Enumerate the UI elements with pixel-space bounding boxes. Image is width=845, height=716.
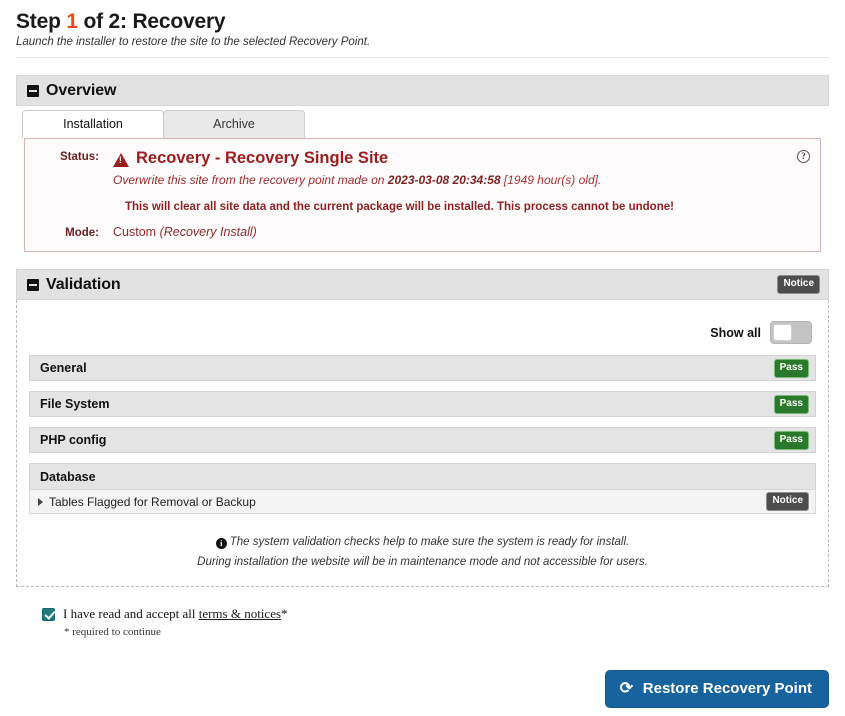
info-circle-icon: i: [215, 538, 227, 549]
validation-note-line-1: i The system validation checks help to ma…: [29, 532, 816, 552]
rotate-ccw-icon: ⟲: [620, 679, 634, 697]
show-all-toggle[interactable]: [770, 321, 812, 344]
validation-header-badge: Notice: [777, 275, 820, 294]
restore-button-label: Restore Recovery Point: [642, 680, 812, 697]
validation-row-file-system[interactable]: File System Pass: [29, 391, 816, 417]
status-desc-prefix: Overwrite this site from the recovery po…: [113, 173, 385, 187]
step-number: 1: [66, 10, 78, 33]
status-badge: Pass: [773, 358, 809, 378]
show-all-row: Show all: [29, 316, 816, 355]
validation-note-line-2: During installation the website will be …: [197, 556, 648, 569]
tab-archive[interactable]: Archive: [163, 110, 305, 138]
status-badge: Notice: [766, 492, 809, 511]
overview-panel-header[interactable]: Overview: [16, 75, 829, 106]
validation-row-label: PHP config: [40, 433, 107, 447]
page-title: Step 1 of 2: Recovery: [16, 10, 829, 34]
minus-square-icon[interactable]: [27, 278, 39, 291]
tab-archive-label: Archive: [213, 117, 255, 131]
accept-terms-prefix: I have read and accept all: [63, 606, 196, 622]
status-label: Status:: [60, 151, 99, 163]
status-title: Recovery - Recovery Single Site: [136, 149, 389, 167]
terms-and-notices-link[interactable]: terms & notices: [199, 606, 281, 621]
validation-note: i The system validation checks help to ma…: [29, 526, 816, 572]
status-desc-timestamp: 2023-03-08 20:34:58: [387, 173, 501, 187]
validation-subrow-tables-flagged[interactable]: Tables Flagged for Removal or Backup Not…: [29, 489, 816, 514]
validation-section-title: Validation: [46, 275, 121, 293]
page-subtitle: Launch the installer to restore the site…: [16, 36, 371, 48]
status-desc-suffix: [1949 hour(s) old].: [503, 173, 602, 187]
page-title-prefix: Step: [16, 10, 61, 33]
overview-tabs: Installation Archive: [16, 106, 829, 138]
status-warning-text: This will clear all site data and the cu…: [125, 201, 674, 213]
warning-triangle-icon: [113, 152, 129, 167]
status-row: Status: Recovery - Recovery Single Site …: [25, 149, 810, 213]
overview-panel: Overview Installation Archive ? Status: …: [16, 75, 829, 252]
accept-terms-row: I have read and accept all terms & notic…: [42, 606, 829, 622]
validation-row-label: File System: [40, 397, 110, 411]
minus-square-icon[interactable]: [27, 84, 39, 97]
accept-terms-text: I have read and accept all terms & notic…: [63, 606, 288, 622]
accept-terms-checkbox[interactable]: [42, 607, 55, 621]
status-description: Overwrite this site from the recovery po…: [113, 173, 810, 187]
validation-row-label: Database: [40, 469, 96, 484]
validation-body: Show all General Pass File System Pass P…: [16, 300, 829, 588]
mode-label: Mode:: [65, 227, 99, 239]
validation-row-label: General: [40, 361, 87, 375]
status-box: ? Status: Recovery - Recovery Single Sit…: [24, 138, 821, 252]
validation-row-general[interactable]: General Pass: [29, 355, 816, 381]
mode-row: Mode: Custom (Recovery Install): [25, 225, 810, 239]
show-all-label: Show all: [710, 325, 761, 340]
accept-terms-asterisk: *: [281, 606, 288, 622]
required-note: * required to continue: [64, 626, 161, 639]
status-title-line: Recovery - Recovery Single Site: [113, 149, 810, 168]
toggle-knob: [773, 324, 792, 341]
page-title-suffix: of 2: Recovery: [83, 10, 226, 33]
mode-value: Custom: [113, 225, 157, 239]
status-badge: Pass: [773, 394, 809, 414]
mode-value-note: (Recovery Install): [159, 225, 257, 239]
restore-recovery-point-button[interactable]: ⟲ Restore Recovery Point: [605, 670, 829, 708]
validation-row-php-config[interactable]: PHP config Pass: [29, 427, 816, 453]
overview-section-title: Overview: [46, 81, 117, 99]
validation-subrow-label: Tables Flagged for Removal or Backup: [49, 494, 256, 509]
tab-installation-label: Installation: [63, 117, 123, 131]
validation-panel: Validation Notice Show all General Pass …: [16, 269, 829, 588]
footer-actions: ⟲ Restore Recovery Point: [605, 670, 829, 708]
page-header: Step 1 of 2: Recovery Launch the install…: [0, 0, 845, 48]
accept-terms-section: I have read and accept all terms & notic…: [16, 606, 829, 638]
tab-installation[interactable]: Installation: [22, 110, 164, 138]
validation-panel-header[interactable]: Validation Notice: [16, 269, 829, 300]
validation-note-text-1: The system validation checks help to mak…: [229, 536, 630, 548]
validation-row-database[interactable]: Database: [29, 463, 816, 489]
caret-right-icon[interactable]: [38, 497, 43, 506]
status-badge: Pass: [773, 430, 809, 450]
help-circle-icon[interactable]: ?: [797, 150, 810, 163]
header-divider: [16, 57, 829, 58]
